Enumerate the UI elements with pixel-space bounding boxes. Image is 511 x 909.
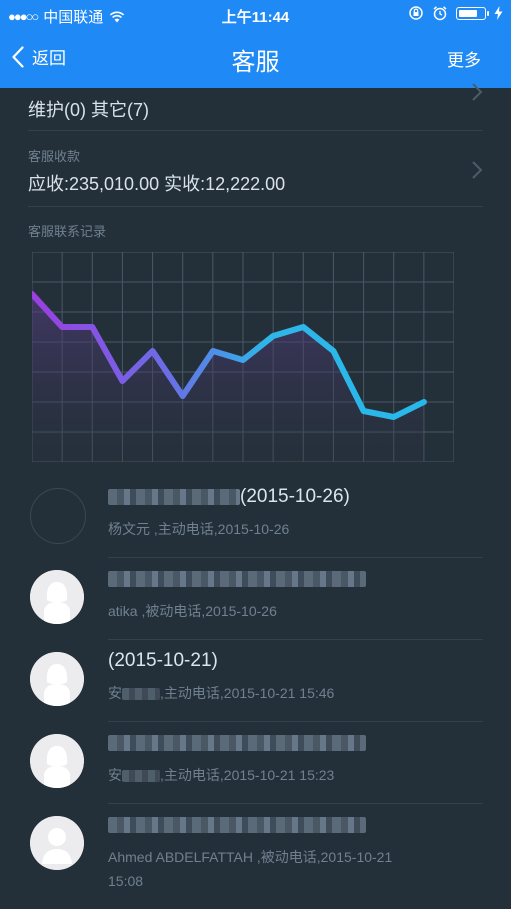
maintenance-row[interactable]: 维护(0) 其它(7) [28, 83, 483, 131]
list-item[interactable]: (2015-10-21) 安 ,主动电话,2015-10-21 15:46 [0, 642, 511, 722]
female-avatar-icon [30, 734, 84, 788]
contact-record-chart [32, 252, 454, 462]
contact-subtitle: Ahmed ABDELFATTAH ,被动电话,2015-10-21 [108, 849, 393, 865]
status-bar: ●●●○○ 中国联通 上午11:44 [0, 0, 511, 30]
divider [108, 803, 483, 804]
contact-subtitle: 安 ,主动电话,2015-10-21 15:46 [108, 685, 335, 701]
redacted-text [122, 770, 160, 783]
maintenance-text: 维护(0) 其它(7) [28, 100, 149, 120]
contact-title: (2015-10-26) [108, 486, 350, 508]
chart-label: 客服联系记录 [28, 224, 107, 239]
battery-fill [459, 9, 477, 17]
avatar [30, 488, 86, 544]
navigation-bar: 返回 客服 更多 [0, 30, 511, 88]
contact-title: (2015-10-21) [108, 650, 218, 671]
collection-row[interactable]: 客服收款 应收:235,010.00 实收:12,222.00 [28, 132, 483, 207]
top-bar: ●●●○○ 中国联通 上午11:44 返回 客服 更多 [0, 0, 511, 88]
contact-subtitle-line2: 15:08 [108, 873, 144, 889]
battery-icon [456, 6, 489, 20]
series-area [32, 294, 424, 462]
contact-title [108, 814, 366, 836]
content-area: 维护(0) 其它(7) 客服收款 应收:235,010.00 实收:12,222… [0, 83, 511, 909]
alarm-icon [433, 6, 447, 21]
list-item[interactable]: Ahmed ABDELFATTAH ,被动电话,2015-10-21 15:08 [0, 806, 511, 906]
contact-title [108, 732, 366, 754]
divider [108, 557, 483, 558]
list-item[interactable]: atika ,被动电话,2015-10-26 [0, 560, 511, 640]
contact-subtitle: 安 ,主动电话,2015-10-21 15:23 [108, 767, 335, 783]
more-button[interactable]: 更多 [447, 46, 481, 71]
rotation-lock-icon [409, 6, 423, 20]
charging-icon [494, 6, 503, 20]
contact-subtitle: atika ,被动电话,2015-10-26 [108, 603, 277, 619]
contact-subtitle: 杨文元 ,主动电话,2015-10-26 [108, 521, 290, 537]
redacted-text [108, 488, 240, 505]
male-avatar-icon [30, 816, 84, 870]
contact-title [108, 568, 366, 590]
list-item[interactable]: (2015-10-26) 杨文元 ,主动电话,2015-10-26 [0, 478, 511, 558]
page-title: 客服 [231, 49, 280, 76]
redacted-text [122, 688, 160, 701]
redacted-text [108, 734, 366, 751]
collection-amounts: 应收:235,010.00 实收:12,222.00 [28, 174, 286, 194]
divider [108, 639, 483, 640]
divider [108, 721, 483, 722]
female-avatar-icon [30, 570, 84, 624]
female-avatar-icon [30, 652, 84, 706]
list-item[interactable]: 安 ,主动电话,2015-10-21 15:23 [0, 724, 511, 804]
chevron-right-icon [472, 161, 483, 179]
redacted-text [108, 570, 366, 587]
collection-label: 客服收款 [28, 149, 81, 164]
chevron-right-icon [472, 83, 483, 101]
redacted-text [108, 816, 366, 833]
